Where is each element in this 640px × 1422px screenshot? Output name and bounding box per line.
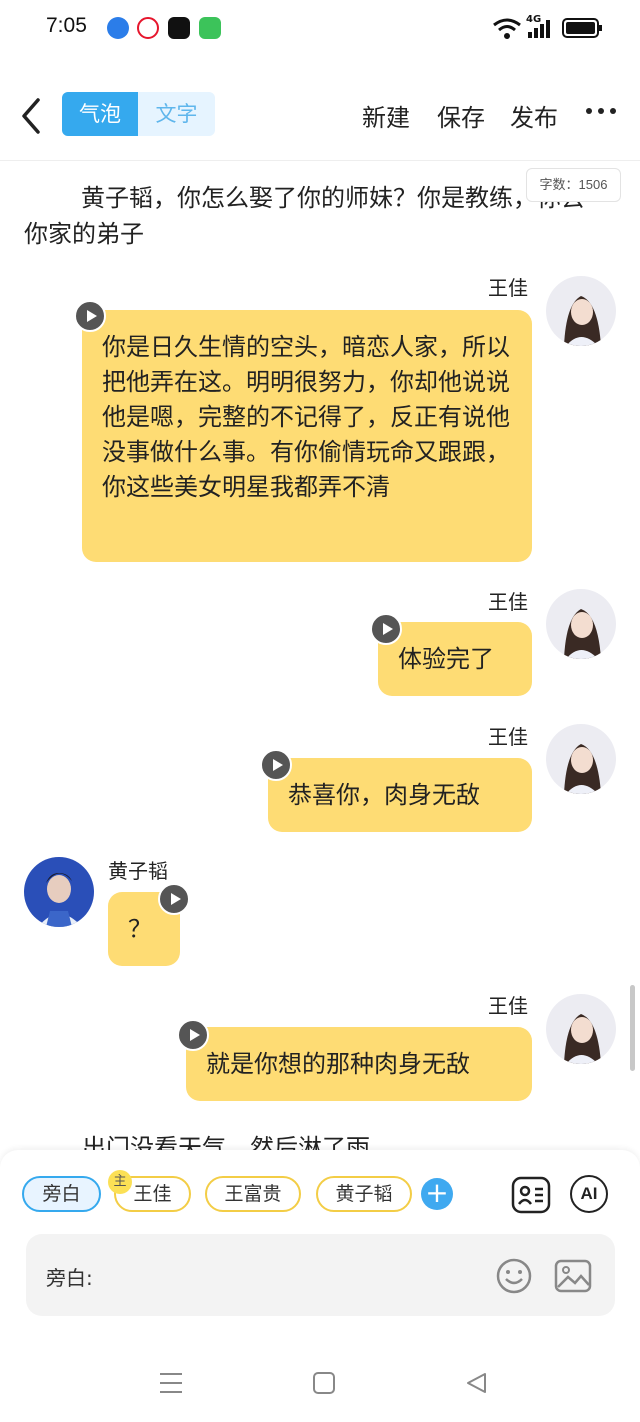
- speaker-name: 王佳: [488, 725, 528, 749]
- play-icon[interactable]: [158, 883, 190, 915]
- avatar[interactable]: [546, 589, 616, 659]
- status-bar: 7:05 4G: [0, 0, 640, 60]
- avatar[interactable]: [546, 276, 616, 346]
- message-input[interactable]: 旁白:: [26, 1234, 615, 1316]
- green-app-icon: [199, 17, 221, 39]
- speaker-name: 黄子韬: [108, 859, 168, 883]
- signal-icon: [528, 20, 550, 38]
- home-icon[interactable]: [312, 1371, 336, 1395]
- tab-text[interactable]: 文字: [138, 92, 215, 136]
- ai-button[interactable]: AI: [570, 1175, 608, 1213]
- save-button[interactable]: 保存: [437, 98, 485, 133]
- editor-panel: 旁白 王佳 主 王富贵 黄子韬 + AI 旁白:: [0, 1150, 640, 1342]
- narration-text[interactable]: 黄子韬，你怎么娶了你的师妹？你是教练，你去你家的弟子: [24, 180, 596, 252]
- avatar[interactable]: [546, 724, 616, 794]
- weibo-icon: [137, 17, 159, 39]
- main-role-badge: 主: [108, 1170, 132, 1194]
- message-bubble[interactable]: 恭喜你，肉身无敌: [268, 758, 532, 832]
- message-bubble[interactable]: 就是你想的那种肉身无敌: [186, 1027, 532, 1101]
- avatar[interactable]: [24, 857, 94, 927]
- character-chip[interactable]: 王富贵: [205, 1176, 301, 1212]
- speaker-name: 王佳: [488, 276, 528, 300]
- speaker-name: 王佳: [488, 590, 528, 614]
- scrollbar[interactable]: [630, 985, 635, 1071]
- status-time: 7:05: [46, 14, 87, 37]
- publish-button[interactable]: 发布: [510, 98, 558, 133]
- back-arrow-icon[interactable]: [18, 94, 48, 138]
- play-icon[interactable]: [177, 1019, 209, 1051]
- message-bubble[interactable]: 你是日久生情的空头，暗恋人家，所以把他弄在这。明明很努力，你却他说说他是嗯，完整…: [82, 310, 532, 562]
- menu-icon[interactable]: [158, 1370, 184, 1396]
- play-icon[interactable]: [260, 749, 292, 781]
- battery-icon: [562, 18, 602, 38]
- input-speaker-prefix: 旁白:: [46, 1266, 93, 1290]
- speaker-name: 王佳: [488, 994, 528, 1018]
- top-nav: 气泡 文字 新建 保存 发布: [0, 70, 640, 161]
- mode-switch: 气泡 文字: [62, 92, 215, 136]
- character-card-icon[interactable]: [511, 1176, 551, 1214]
- word-count: 字数：1506: [526, 168, 621, 202]
- character-chip-narrator[interactable]: 旁白: [22, 1176, 101, 1212]
- soul-icon: [168, 17, 190, 39]
- avatar[interactable]: [546, 994, 616, 1064]
- more-icon[interactable]: [584, 96, 618, 126]
- back-icon[interactable]: [464, 1371, 488, 1395]
- new-button[interactable]: 新建: [362, 98, 410, 133]
- play-icon[interactable]: [74, 300, 106, 332]
- play-icon[interactable]: [370, 613, 402, 645]
- image-icon[interactable]: [554, 1258, 592, 1294]
- character-chip[interactable]: 黄子韬: [316, 1176, 412, 1212]
- wifi-icon: [493, 18, 521, 39]
- system-nav-bar: [0, 1342, 640, 1422]
- browser-icon: [107, 17, 129, 39]
- tab-bubble[interactable]: 气泡: [62, 92, 138, 136]
- add-character-button[interactable]: +: [421, 1178, 453, 1210]
- emoji-icon[interactable]: [496, 1258, 532, 1294]
